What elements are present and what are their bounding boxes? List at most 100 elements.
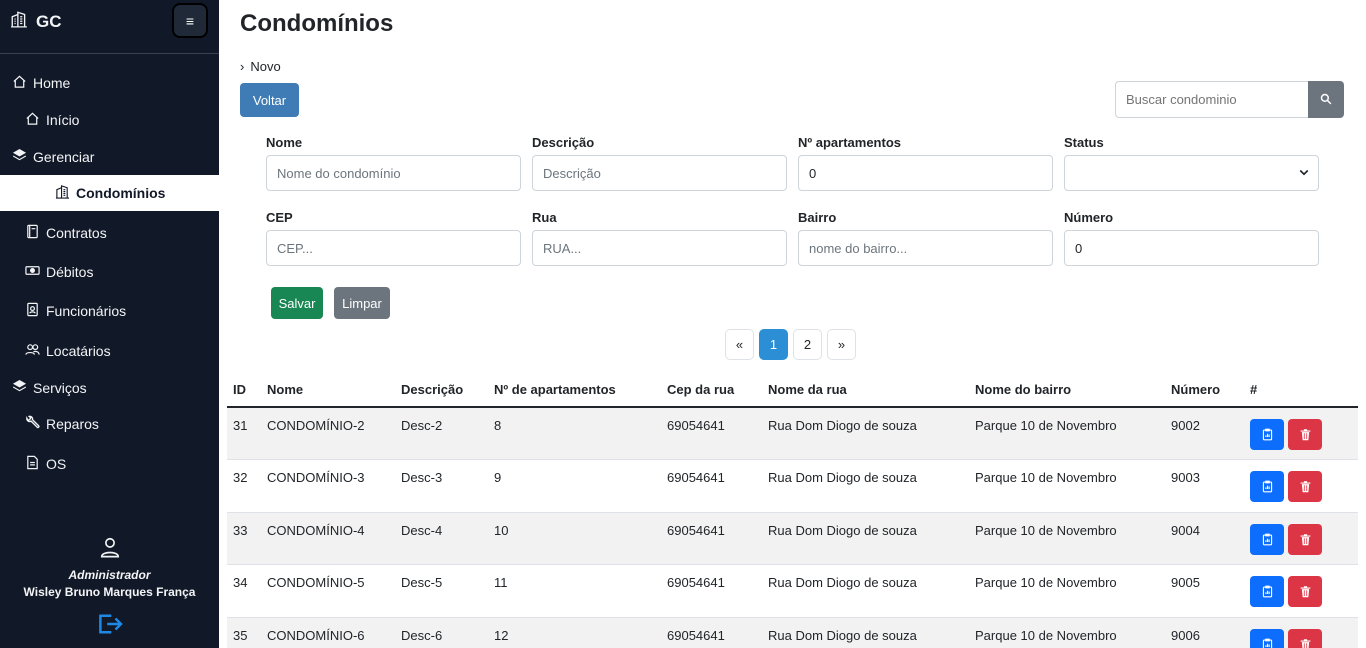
delete-button[interactable] [1288, 628, 1322, 648]
column-header[interactable]: ID [227, 373, 261, 408]
edit-icon [1262, 638, 1272, 648]
apartments-field[interactable] [798, 155, 1053, 191]
table-cell: Desc-5 [395, 564, 488, 618]
table-row: 33 CONDOMÍNIO-4 Desc-4 10 69054641 Rua D… [227, 512, 1358, 565]
search-input[interactable] [1115, 81, 1308, 118]
column-header[interactable]: Número [1165, 373, 1244, 408]
sidebar-item-gerenciar[interactable]: Gerenciar [0, 139, 219, 175]
delete-button[interactable] [1288, 471, 1322, 502]
table-cell: 10 [488, 512, 661, 565]
pagination-page-2[interactable]: 2 [793, 329, 822, 360]
street-label: Rua [532, 210, 557, 225]
sidebar-item-debitos[interactable]: Débitos [0, 254, 219, 290]
save-button[interactable]: Salvar [271, 287, 323, 319]
pagination-page-1[interactable]: 1 [759, 329, 788, 360]
name-field[interactable] [266, 155, 521, 191]
trash-icon [1300, 429, 1310, 441]
column-header[interactable]: Nome [261, 373, 395, 408]
column-header[interactable]: Nº de apartamentos [488, 373, 661, 408]
table-cell: 9002 [1165, 407, 1244, 460]
edit-button[interactable] [1250, 471, 1284, 502]
table-cell: Parque 10 de Novembro [969, 617, 1165, 648]
sidebar-item-label: Serviços [33, 380, 87, 396]
table-cell: Desc-6 [395, 617, 488, 648]
sidebar-item-inicio[interactable]: Início [0, 102, 219, 138]
description-field[interactable] [532, 155, 787, 191]
edit-icon [1262, 533, 1272, 545]
street-field[interactable] [532, 230, 787, 266]
trash-icon [1300, 533, 1310, 545]
table-cell: 69054641 [661, 407, 762, 460]
sidebar-item-os[interactable]: OS [0, 446, 219, 482]
edit-icon [1262, 428, 1272, 441]
table-cell: Parque 10 de Novembro [969, 564, 1165, 618]
table-cell: 69054641 [661, 512, 762, 565]
table-cell: CONDOMÍNIO-4 [261, 512, 395, 565]
home-icon [12, 74, 27, 92]
table-cell: 9005 [1165, 564, 1244, 618]
back-button[interactable]: Voltar [240, 83, 299, 117]
breadcrumb[interactable]: › Novo [240, 59, 281, 74]
edit-button[interactable] [1250, 576, 1284, 607]
sidebar-item-locatarios[interactable]: Locatários [0, 333, 219, 369]
actions-cell [1244, 564, 1358, 618]
search-button[interactable] [1308, 81, 1344, 118]
chevron-right-icon: › [240, 59, 245, 74]
apartments-label: Nº apartamentos [798, 135, 901, 150]
edit-button[interactable] [1250, 628, 1284, 648]
table-cell: Rua Dom Diogo de souza [762, 617, 969, 648]
sidebar-item-home[interactable]: Home [0, 65, 219, 101]
sidebar-item-contratos[interactable]: Contratos [0, 215, 219, 251]
actions-cell [1244, 512, 1358, 565]
description-label: Descrição [532, 135, 595, 150]
table-cell: CONDOMÍNIO-6 [261, 617, 395, 648]
pagination-next[interactable]: » [827, 329, 856, 360]
neighborhood-field[interactable] [798, 230, 1053, 266]
number-field[interactable] [1064, 230, 1319, 266]
table-cell: CONDOMÍNIO-2 [261, 407, 395, 460]
column-header[interactable]: Cep da rua [661, 373, 762, 408]
table-cell: Rua Dom Diogo de souza [762, 459, 969, 513]
column-header[interactable]: Nome da rua [762, 373, 969, 408]
brand[interactable]: GC [10, 10, 62, 33]
column-header[interactable]: Nome do bairro [969, 373, 1165, 408]
sidebar-item-servicos[interactable]: Serviços [0, 370, 219, 406]
delete-button[interactable] [1288, 576, 1322, 607]
user-panel: Administrador Wisley Bruno Marques Franç… [0, 536, 219, 635]
delete-button[interactable] [1288, 523, 1322, 555]
sidebar-item-funcionarios[interactable]: Funcionários [0, 293, 219, 329]
table-cell: Desc-3 [395, 459, 488, 513]
table-cell: 9004 [1165, 512, 1244, 565]
trash-icon [1300, 638, 1310, 648]
cep-field[interactable] [266, 230, 521, 266]
table-cell: 8 [488, 407, 661, 460]
logout-icon[interactable] [0, 613, 219, 635]
brand-name: GC [36, 11, 62, 31]
sidebar-item-reparos[interactable]: Reparos [0, 406, 219, 442]
column-header[interactable]: Descrição [395, 373, 488, 408]
neighborhood-label: Bairro [798, 210, 837, 225]
sidebar-item-condominios[interactable]: Condomínios [0, 175, 219, 211]
pagination-prev[interactable]: « [725, 329, 754, 360]
sidebar-item-label: Funcionários [46, 303, 127, 319]
table-cell: 33 [227, 512, 261, 565]
layers-icon [12, 148, 27, 166]
column-header: # [1244, 373, 1358, 408]
edit-button[interactable] [1250, 419, 1284, 450]
clear-button[interactable]: Limpar [334, 287, 390, 319]
table-cell: 69054641 [661, 564, 762, 618]
sidebar-item-label: Locatários [46, 343, 111, 359]
sidebar-divider [0, 53, 219, 54]
table-cell: Parque 10 de Novembro [969, 459, 1165, 513]
edit-icon [1262, 585, 1272, 598]
user-role: Administrador [68, 568, 151, 582]
table-cell: Rua Dom Diogo de souza [762, 564, 969, 618]
actions-cell [1244, 617, 1358, 648]
delete-button[interactable] [1288, 419, 1322, 450]
edit-icon [1262, 480, 1272, 493]
status-select[interactable] [1064, 155, 1319, 191]
table-cell: 34 [227, 564, 261, 618]
edit-button[interactable] [1250, 523, 1284, 555]
table-header-row: ID Nome Descrição Nº de apartamentos Cep… [227, 373, 1358, 408]
sidebar-toggle-button[interactable]: ≡ [172, 3, 208, 38]
